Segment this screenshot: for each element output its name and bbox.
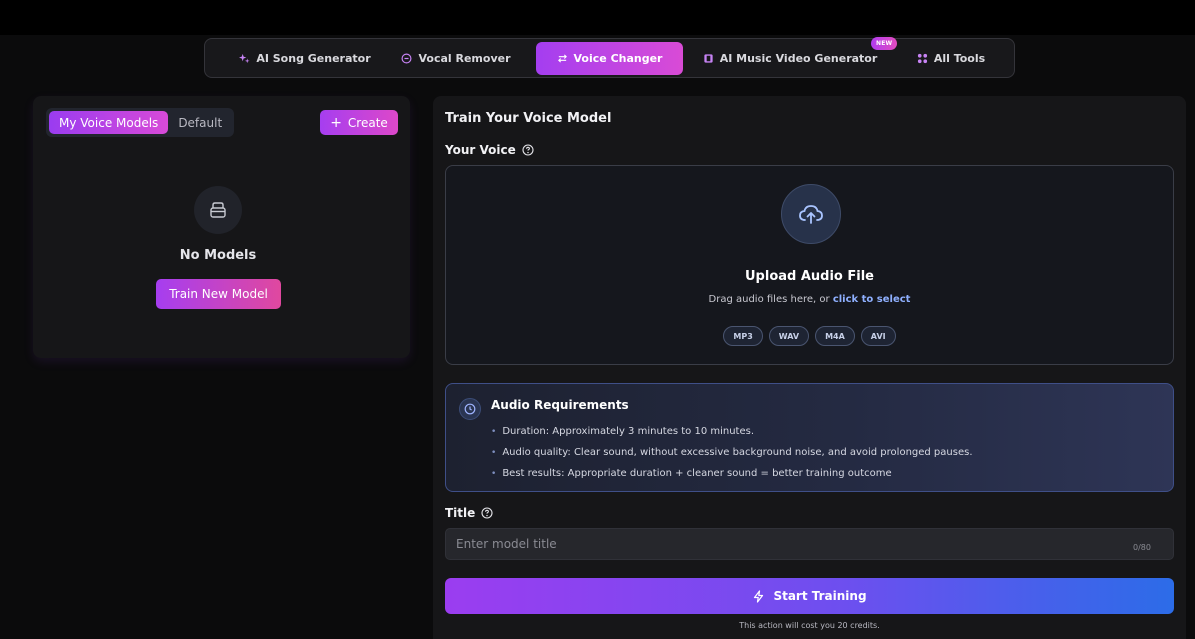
- plus-icon: +: [330, 114, 342, 131]
- upload-title: Upload Audio File: [745, 269, 874, 284]
- tab-ai-song-generator[interactable]: AI Song Generator: [225, 42, 385, 75]
- audio-upload-dropzone[interactable]: Upload Audio File Drag audio files here,…: [445, 165, 1174, 365]
- format-chip-avi: AVI: [860, 326, 896, 346]
- tool-nav: AI Song Generator Vocal Remover Voice Ch…: [204, 37, 1015, 78]
- requirements-list: Duration: Approximately 3 minutes to 10 …: [491, 421, 973, 484]
- lightning-icon: [754, 589, 764, 603]
- format-chip-m4a: M4A: [815, 326, 855, 346]
- start-training-button[interactable]: Start Training: [445, 578, 1174, 614]
- list-item: Duration: Approximately 3 minutes to 10 …: [491, 421, 973, 442]
- credit-cost-note: This action will cost you 20 credits.: [739, 621, 880, 630]
- tab-label: Voice Changer: [573, 52, 663, 65]
- tab-label: Vocal Remover: [418, 52, 511, 65]
- start-training-label: Start Training: [773, 589, 867, 603]
- train-model-panel: Train Your Voice Model Your Voice Upload…: [433, 96, 1186, 639]
- create-label: Create: [347, 115, 388, 130]
- create-button[interactable]: + Create: [320, 110, 398, 135]
- upload-icon-wrap: [781, 184, 841, 244]
- tab-default[interactable]: Default: [168, 111, 232, 134]
- model-title-input[interactable]: [445, 528, 1174, 560]
- tab-ai-music-video-generator[interactable]: AI Music Video Generator: [701, 42, 879, 75]
- grid-icon: [917, 53, 927, 64]
- circle-minus-icon: [401, 53, 412, 64]
- archive-icon: [210, 202, 226, 218]
- film-icon: [704, 54, 713, 63]
- tab-label: All Tools: [933, 52, 986, 65]
- tab-all-tools[interactable]: All Tools: [905, 42, 997, 75]
- list-item: Best results: Appropriate duration + cle…: [491, 463, 973, 484]
- your-voice-label-row: Your Voice: [445, 143, 534, 157]
- title-label-row: Title: [445, 506, 493, 520]
- tab-voice-changer[interactable]: Voice Changer: [536, 42, 683, 75]
- your-voice-label: Your Voice: [445, 143, 516, 157]
- tab-label: AI Music Video Generator: [719, 52, 878, 65]
- audio-requirements-box: Audio Requirements Duration: Approximate…: [445, 383, 1174, 492]
- title-char-counter: 0/80: [1133, 543, 1151, 552]
- format-chips: MP3 WAV M4A AVI: [446, 326, 1173, 346]
- panel-title: Train Your Voice Model: [445, 111, 612, 126]
- upload-subtitle: Drag audio files here, or click to selec…: [446, 294, 1173, 305]
- title-label: Title: [445, 506, 476, 520]
- info-icon-wrap: [459, 398, 481, 420]
- format-chip-mp3: MP3: [723, 326, 763, 346]
- upload-sub-prefix: Drag audio files here, or: [708, 294, 833, 305]
- models-segmented-control: My Voice Models Default: [46, 108, 234, 137]
- help-icon[interactable]: [481, 507, 493, 519]
- new-badge: NEW: [871, 37, 898, 50]
- tab-my-voice-models[interactable]: My Voice Models: [49, 111, 169, 134]
- voice-models-panel: My Voice Models Default + Create No Mode…: [33, 96, 410, 358]
- tab-label: AI Song Generator: [256, 52, 371, 65]
- format-chip-wav: WAV: [768, 326, 810, 346]
- sparkle-icon: [239, 53, 250, 64]
- swap-arrows-icon: [557, 54, 567, 63]
- clock-icon: [464, 403, 476, 415]
- list-item: Audio quality: Clear sound, without exce…: [491, 442, 972, 463]
- top-bar: [0, 0, 1195, 35]
- requirements-title: Audio Requirements: [491, 398, 629, 412]
- cloud-upload-icon: [799, 205, 823, 224]
- click-to-select-link[interactable]: click to select: [833, 294, 911, 305]
- help-icon[interactable]: [522, 144, 534, 156]
- train-new-model-button[interactable]: Train New Model: [156, 279, 281, 309]
- tab-vocal-remover[interactable]: Vocal Remover: [395, 42, 517, 75]
- empty-state-icon-wrap: [194, 186, 242, 234]
- empty-state-title: No Models: [179, 248, 257, 263]
